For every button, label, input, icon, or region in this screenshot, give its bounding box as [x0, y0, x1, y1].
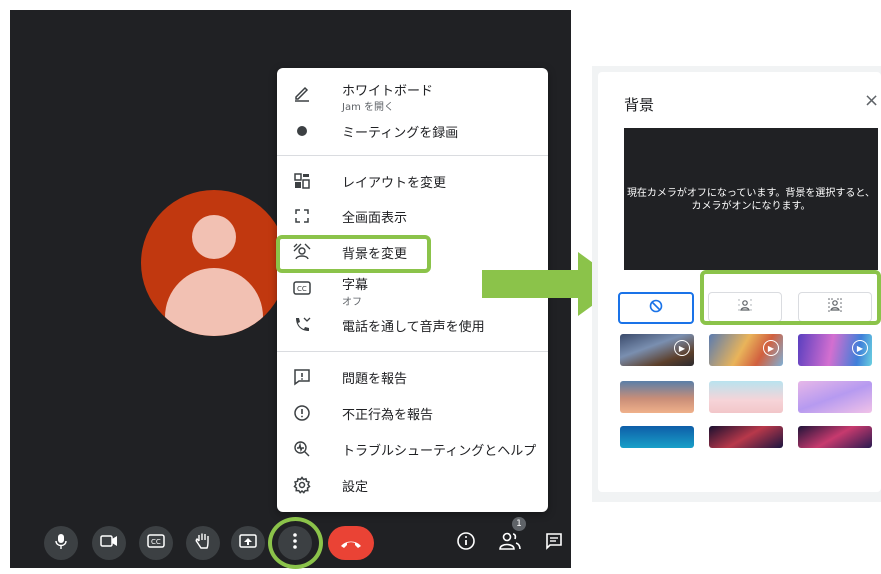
- chat-button[interactable]: [543, 532, 565, 554]
- panel-title: 背景: [624, 96, 655, 114]
- pencil-icon: [291, 83, 313, 103]
- svg-text:CC: CC: [151, 538, 161, 546]
- layout-icon: [291, 171, 313, 191]
- present-icon: [239, 534, 257, 552]
- menu-item-change-layout[interactable]: レイアウトを変更: [277, 164, 548, 198]
- phone-icon: [291, 315, 313, 335]
- menu-item-sublabel: Jam を開く: [342, 102, 394, 113]
- raise-hand-icon: [195, 532, 211, 554]
- settings-icon: [291, 475, 313, 495]
- background-thumbnail[interactable]: [709, 426, 783, 448]
- menu-item-whiteboard[interactable]: ホワイトボード Jam を開く: [277, 76, 548, 114]
- no-effect-icon: [649, 299, 663, 317]
- record-icon: [291, 121, 313, 141]
- menu-item-label: 問題を報告: [342, 372, 408, 387]
- play-icon: ▶: [674, 340, 690, 356]
- participant-count-badge: 1: [512, 517, 526, 531]
- highlight-change-background: [276, 235, 431, 273]
- fullscreen-icon: [291, 206, 313, 226]
- menu-item-label: 電話を通して音声を使用: [342, 320, 485, 335]
- background-thumbnail[interactable]: ▶: [709, 334, 783, 366]
- background-thumbnail[interactable]: [620, 381, 694, 413]
- background-thumbnail[interactable]: [798, 381, 872, 413]
- menu-item-fullscreen[interactable]: 全画面表示: [277, 199, 548, 233]
- captions-button[interactable]: CC: [139, 526, 173, 560]
- captions-icon: CC: [147, 534, 165, 552]
- camera-preview: 現在カメラがオフになっています。背景を選択すると、カメラがオンになります。: [624, 128, 878, 270]
- play-icon: ▶: [852, 340, 868, 356]
- end-call-button[interactable]: [328, 526, 374, 560]
- menu-item-label: 全画面表示: [342, 211, 408, 226]
- captions-icon: CC: [291, 278, 313, 298]
- menu-item-label: ミーティングを録画: [342, 126, 459, 141]
- background-thumbnail[interactable]: ▶: [798, 334, 872, 366]
- highlight-blur-options: [700, 270, 881, 325]
- menu-item-report-problem[interactable]: 問題を報告: [277, 360, 548, 394]
- menu-item-label: トラブルシューティングとヘルプ: [342, 444, 537, 459]
- menu-item-troubleshooting[interactable]: トラブルシューティングとヘルプ: [277, 432, 548, 466]
- camera-button[interactable]: [92, 526, 126, 560]
- menu-item-sublabel: オフ: [342, 297, 362, 308]
- menu-item-record[interactable]: ミーティングを録画: [277, 114, 548, 148]
- raise-hand-button[interactable]: [186, 526, 220, 560]
- present-button[interactable]: [231, 526, 265, 560]
- menu-item-report-abuse[interactable]: 不正行為を報告: [277, 396, 548, 430]
- highlight-more-options: [268, 517, 323, 569]
- menu-item-label: レイアウトを変更: [342, 176, 447, 191]
- avatar-head: [192, 215, 236, 259]
- people-icon: [499, 532, 521, 555]
- menu-divider: [277, 155, 548, 156]
- menu-item-settings[interactable]: 設定: [277, 468, 548, 502]
- mic-icon: [55, 533, 67, 553]
- info-icon: [457, 531, 475, 555]
- troubleshoot-icon: [291, 439, 313, 459]
- play-icon: ▶: [763, 340, 779, 356]
- end-call-icon: [340, 533, 362, 554]
- menu-item-label: 設定: [342, 480, 369, 495]
- people-button[interactable]: [498, 532, 522, 554]
- avatar-body: [165, 268, 263, 336]
- abuse-icon: [291, 403, 313, 423]
- info-button[interactable]: [455, 531, 477, 555]
- participant-avatar: [141, 190, 287, 336]
- camera-icon: [100, 534, 118, 552]
- preview-message: 現在カメラがオフになっています。背景を選択すると、カメラがオンになります。: [626, 188, 876, 212]
- chat-icon: [545, 532, 563, 555]
- svg-text:CC: CC: [297, 285, 307, 293]
- close-button[interactable]: ×: [864, 90, 879, 111]
- menu-item-label: 字幕: [342, 278, 369, 293]
- background-thumbnail[interactable]: [798, 426, 872, 448]
- background-thumbnail[interactable]: ▶: [620, 334, 694, 366]
- menu-item-label: ホワイトボード: [342, 84, 434, 99]
- background-thumbnail[interactable]: [709, 381, 783, 413]
- background-thumbnail[interactable]: [620, 426, 694, 448]
- report-issue-icon: [291, 367, 313, 387]
- mic-button[interactable]: [44, 526, 78, 560]
- no-effect-option[interactable]: [618, 292, 694, 324]
- menu-item-label: 不正行為を報告: [342, 408, 434, 423]
- menu-divider: [277, 351, 548, 352]
